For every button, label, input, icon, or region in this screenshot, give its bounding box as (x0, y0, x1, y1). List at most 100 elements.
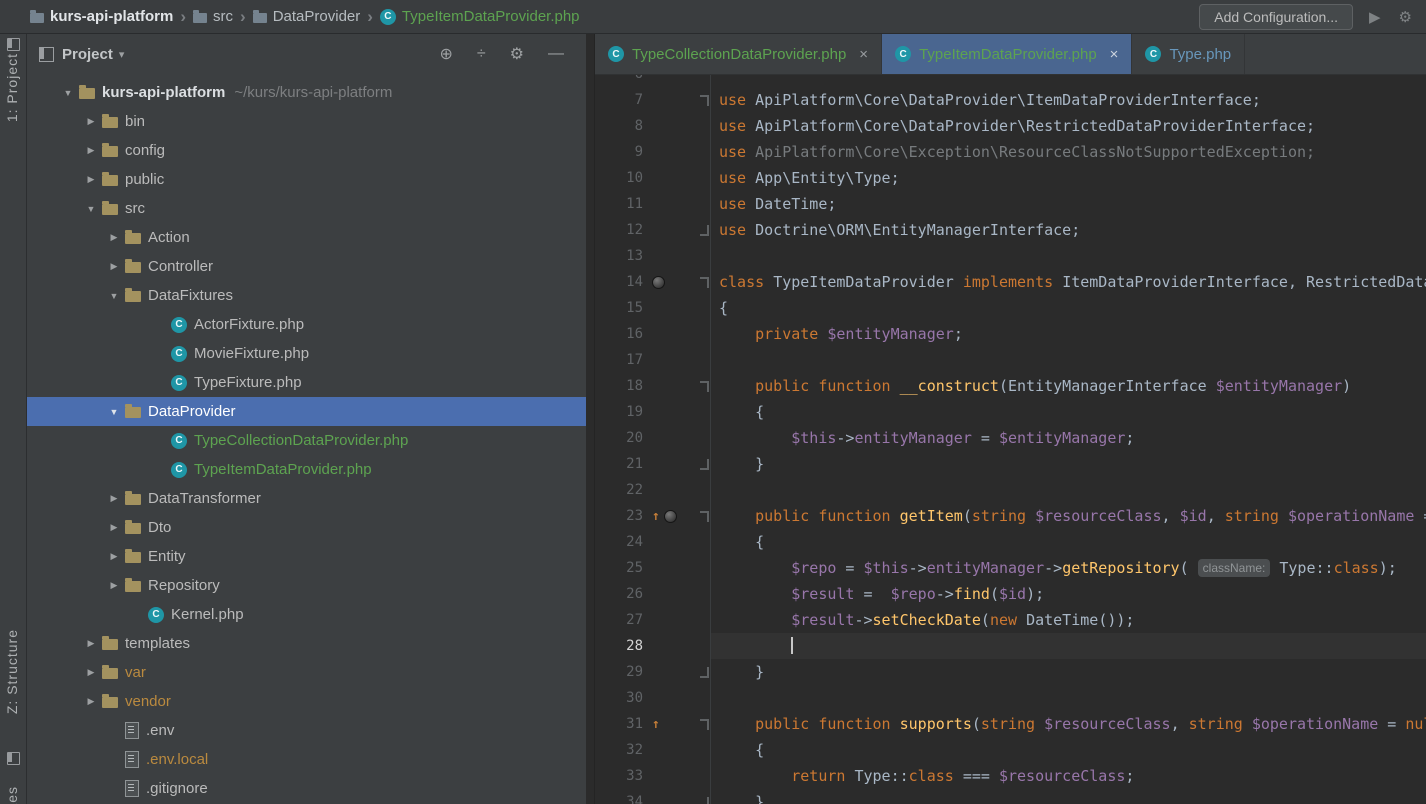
tree-expand-icon[interactable]: ▶ (103, 493, 125, 504)
locate-file-icon[interactable]: ⊕ (439, 44, 452, 64)
fold-end-icon[interactable] (700, 667, 709, 678)
run-icon[interactable]: ▶ (1369, 8, 1381, 26)
line-number[interactable]: 24 (595, 529, 649, 555)
fold-start-icon[interactable] (700, 277, 709, 288)
chevron-down-icon[interactable]: ▾ (119, 48, 125, 61)
tree-item-moviefixture-php[interactable]: CMovieFixture.php (27, 339, 586, 368)
tree-expand-icon[interactable]: ▶ (80, 638, 102, 649)
fold-end-icon[interactable] (700, 225, 709, 236)
line-number[interactable]: 26 (595, 581, 649, 607)
tree-item-vendor[interactable]: ▶vendor (27, 687, 586, 716)
tree-expand-icon[interactable]: ▶ (80, 116, 102, 127)
line-number[interactable]: 33 (595, 763, 649, 789)
tree-item-controller[interactable]: ▶Controller (27, 252, 586, 281)
line-number[interactable]: 21 (595, 451, 649, 477)
breadcrumb-item-dataprovider[interactable]: DataProvider (253, 8, 361, 25)
tree-item-var[interactable]: ▶var (27, 658, 586, 687)
fold-start-icon[interactable] (700, 719, 709, 730)
tree-item-typecollectiondataprovider-php[interactable]: CTypeCollectionDataProvider.php (27, 426, 586, 455)
code-text[interactable]: { (711, 295, 1426, 321)
tree-item-env-local[interactable]: .env.local (27, 745, 586, 774)
editor-tab-typecollectiondataprovider-php[interactable]: CTypeCollectionDataProvider.php× (595, 34, 882, 74)
tree-expand-icon[interactable]: ▶ (103, 232, 125, 243)
code-text[interactable]: $result->setCheckDate(new DateTime()); (711, 607, 1426, 633)
close-icon[interactable]: × (859, 46, 868, 63)
fold-start-icon[interactable] (700, 381, 709, 392)
code-text[interactable]: public function __construct(EntityManage… (711, 373, 1426, 399)
tree-item-public[interactable]: ▶public (27, 165, 586, 194)
line-number[interactable]: 17 (595, 347, 649, 373)
close-icon[interactable]: × (1110, 46, 1119, 63)
code-text[interactable] (711, 243, 1426, 269)
tree-item-config[interactable]: ▶config (27, 136, 586, 165)
code-editor[interactable]: 67use ApiPlatform\Core\DataProvider\Item… (595, 75, 1426, 804)
line-number[interactable]: 6 (595, 75, 649, 87)
fold-end-icon[interactable] (700, 459, 709, 470)
code-text[interactable]: { (711, 737, 1426, 763)
line-number[interactable]: 14 (595, 269, 649, 295)
line-number[interactable]: 23 (595, 503, 649, 529)
breadcrumb-item-typeitemdataprovider-php[interactable]: CTypeItemDataProvider.php (380, 8, 580, 25)
line-number[interactable]: 9 (595, 139, 649, 165)
tree-collapse-icon[interactable]: ▼ (80, 204, 102, 214)
tree-expand-icon[interactable]: ▶ (80, 667, 102, 678)
line-number[interactable]: 11 (595, 191, 649, 217)
tree-item-env[interactable]: .env (27, 716, 586, 745)
tree-collapse-icon[interactable]: ▼ (57, 88, 79, 98)
line-number[interactable]: 27 (595, 607, 649, 633)
code-text[interactable]: private $entityManager; (711, 321, 1426, 347)
stripe-button-project[interactable]: 1: Project (4, 53, 20, 122)
line-number[interactable]: 34 (595, 789, 649, 804)
code-text[interactable]: } (711, 789, 1426, 804)
stripe-button-structure[interactable]: Z: Structure (4, 629, 20, 714)
line-number[interactable]: 22 (595, 477, 649, 503)
tree-collapse-icon[interactable]: ▼ (103, 407, 125, 417)
collapse-all-icon[interactable]: ÷ (477, 45, 486, 63)
tree-item-actorfixture-php[interactable]: CActorFixture.php (27, 310, 586, 339)
line-number[interactable]: 13 (595, 243, 649, 269)
tree-item-src[interactable]: ▼src (27, 194, 586, 223)
tree-expand-icon[interactable]: ▶ (103, 261, 125, 272)
code-text[interactable]: public function getItem(string $resource… (711, 503, 1426, 529)
code-text[interactable] (711, 685, 1426, 711)
code-text[interactable]: $this->entityManager = $entityManager; (711, 425, 1426, 451)
tree-expand-icon[interactable]: ▶ (80, 696, 102, 707)
settings-icon[interactable]: ⚙ (1399, 8, 1412, 26)
panel-splitter[interactable] (586, 34, 595, 804)
line-number[interactable]: 25 (595, 555, 649, 581)
stripe-button-favorites[interactable]: 2: Favorites (4, 786, 20, 804)
tree-item-action[interactable]: ▶Action (27, 223, 586, 252)
code-text[interactable]: } (711, 451, 1426, 477)
editor-tab-type-php[interactable]: CType.php (1132, 34, 1245, 74)
line-number[interactable]: 29 (595, 659, 649, 685)
tree-expand-icon[interactable]: ▶ (103, 522, 125, 533)
hide-panel-icon[interactable]: — (548, 45, 564, 63)
tree-item-typeitemdataprovider-php[interactable]: CTypeItemDataProvider.php (27, 455, 586, 484)
project-panel-title[interactable]: Project (62, 46, 113, 63)
tree-item-entity[interactable]: ▶Entity (27, 542, 586, 571)
tree-item-kernel-php[interactable]: CKernel.php (27, 600, 586, 629)
tree-item-dataprovider[interactable]: ▼DataProvider (27, 397, 586, 426)
line-number[interactable]: 28 (595, 633, 649, 659)
tree-expand-icon[interactable]: ▶ (80, 174, 102, 185)
tree-item-dto[interactable]: ▶Dto (27, 513, 586, 542)
tree-collapse-icon[interactable]: ▼ (103, 291, 125, 301)
code-text[interactable]: $repo = $this->entityManager->getReposit… (711, 555, 1426, 581)
fold-start-icon[interactable] (700, 511, 709, 522)
line-number[interactable]: 16 (595, 321, 649, 347)
gear-icon[interactable]: ⚙ (510, 44, 524, 64)
structure-tool-icon[interactable] (7, 752, 20, 765)
code-text[interactable]: public function supports(string $resourc… (711, 711, 1426, 737)
tree-item-bin[interactable]: ▶bin (27, 107, 586, 136)
breadcrumb-item-kurs-api-platform[interactable]: kurs-api-platform (30, 8, 173, 25)
code-text[interactable]: class TypeItemDataProvider implements It… (711, 269, 1426, 295)
code-text[interactable] (711, 347, 1426, 373)
project-tool-icon[interactable] (7, 38, 20, 51)
code-text[interactable]: use ApiPlatform\Core\DataProvider\ItemDa… (711, 87, 1426, 113)
code-text[interactable] (711, 477, 1426, 503)
code-text[interactable] (711, 75, 1426, 87)
code-text[interactable]: use DateTime; (711, 191, 1426, 217)
tree-expand-icon[interactable]: ▶ (80, 145, 102, 156)
line-number[interactable]: 18 (595, 373, 649, 399)
fold-end-icon[interactable] (700, 797, 709, 804)
